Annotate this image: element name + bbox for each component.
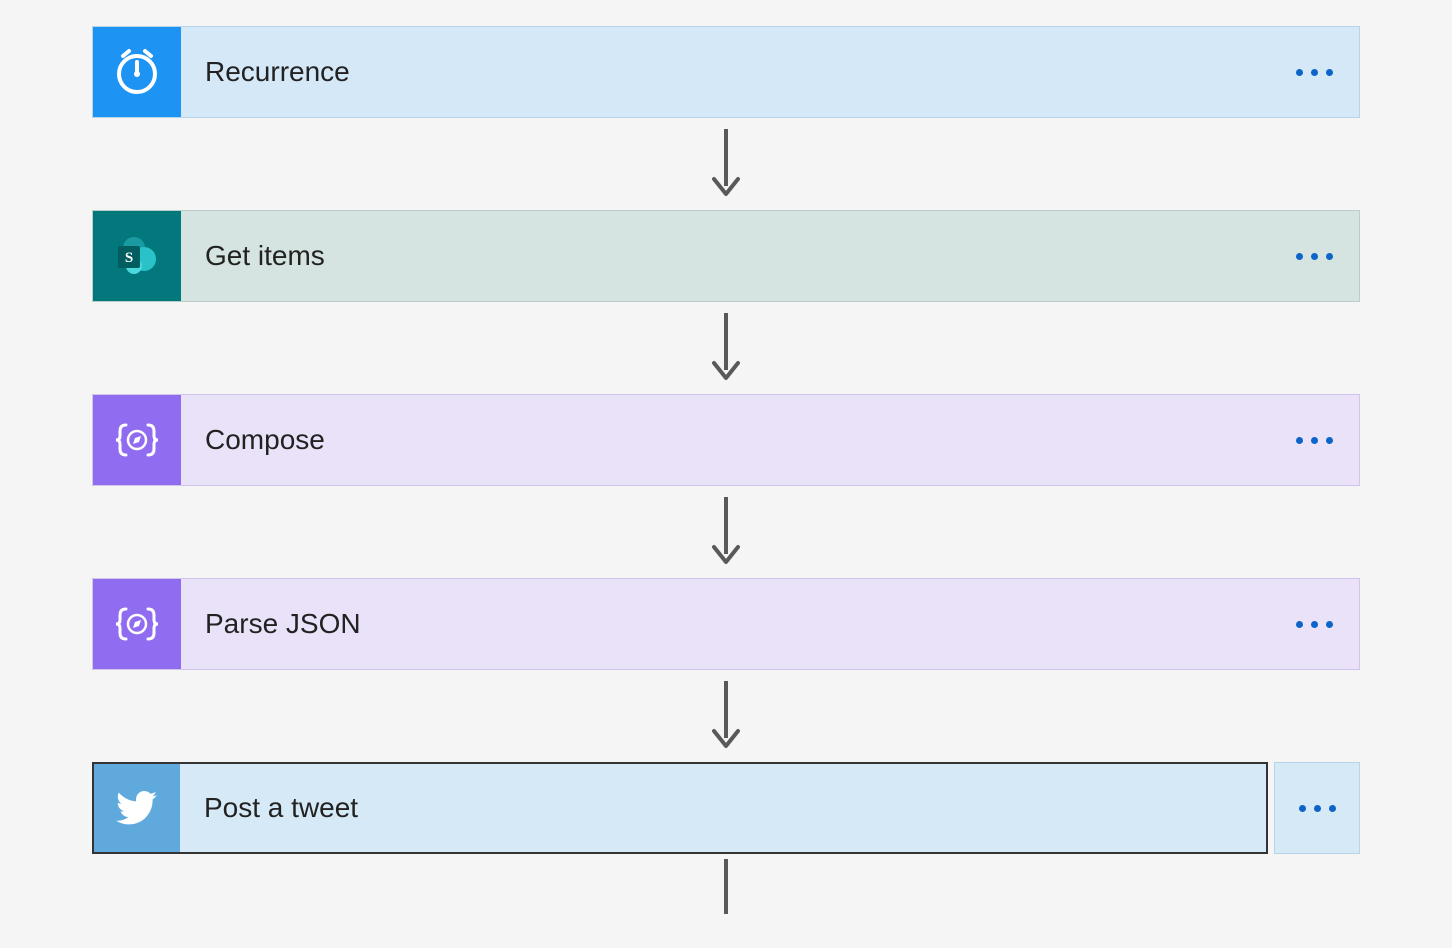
svg-text:S: S — [125, 250, 133, 266]
ellipsis-icon — [1299, 805, 1336, 812]
arrow-connector — [706, 118, 746, 210]
more-menu-button[interactable] — [1269, 579, 1359, 669]
step-title: Get items — [181, 211, 1269, 301]
ellipsis-icon — [1296, 621, 1333, 628]
step-post-tweet[interactable]: Post a tweet — [92, 762, 1360, 854]
step-recurrence[interactable]: Recurrence — [92, 26, 1360, 118]
step-parse-json[interactable]: Parse JSON — [92, 578, 1360, 670]
arrow-connector — [706, 302, 746, 394]
arrow-connector — [706, 854, 746, 914]
braces-pencil-icon — [93, 395, 181, 485]
more-menu-button[interactable] — [1269, 27, 1359, 117]
arrow-connector — [706, 486, 746, 578]
arrow-connector — [706, 670, 746, 762]
step-compose[interactable]: Compose — [92, 394, 1360, 486]
flow-designer: Recurrence S Get items — [0, 26, 1452, 914]
step-title: Recurrence — [181, 27, 1269, 117]
more-menu-button[interactable] — [1269, 395, 1359, 485]
braces-pencil-icon — [93, 579, 181, 669]
sharepoint-icon: S — [93, 211, 181, 301]
more-menu-button[interactable] — [1274, 762, 1360, 854]
step-title: Compose — [181, 395, 1269, 485]
more-menu-button[interactable] — [1269, 211, 1359, 301]
twitter-icon — [94, 764, 180, 852]
ellipsis-icon — [1296, 437, 1333, 444]
step-get-items[interactable]: S Get items — [92, 210, 1360, 302]
step-title: Post a tweet — [180, 764, 1266, 852]
clock-icon — [93, 27, 181, 117]
step-title: Parse JSON — [181, 579, 1269, 669]
ellipsis-icon — [1296, 69, 1333, 76]
ellipsis-icon — [1296, 253, 1333, 260]
